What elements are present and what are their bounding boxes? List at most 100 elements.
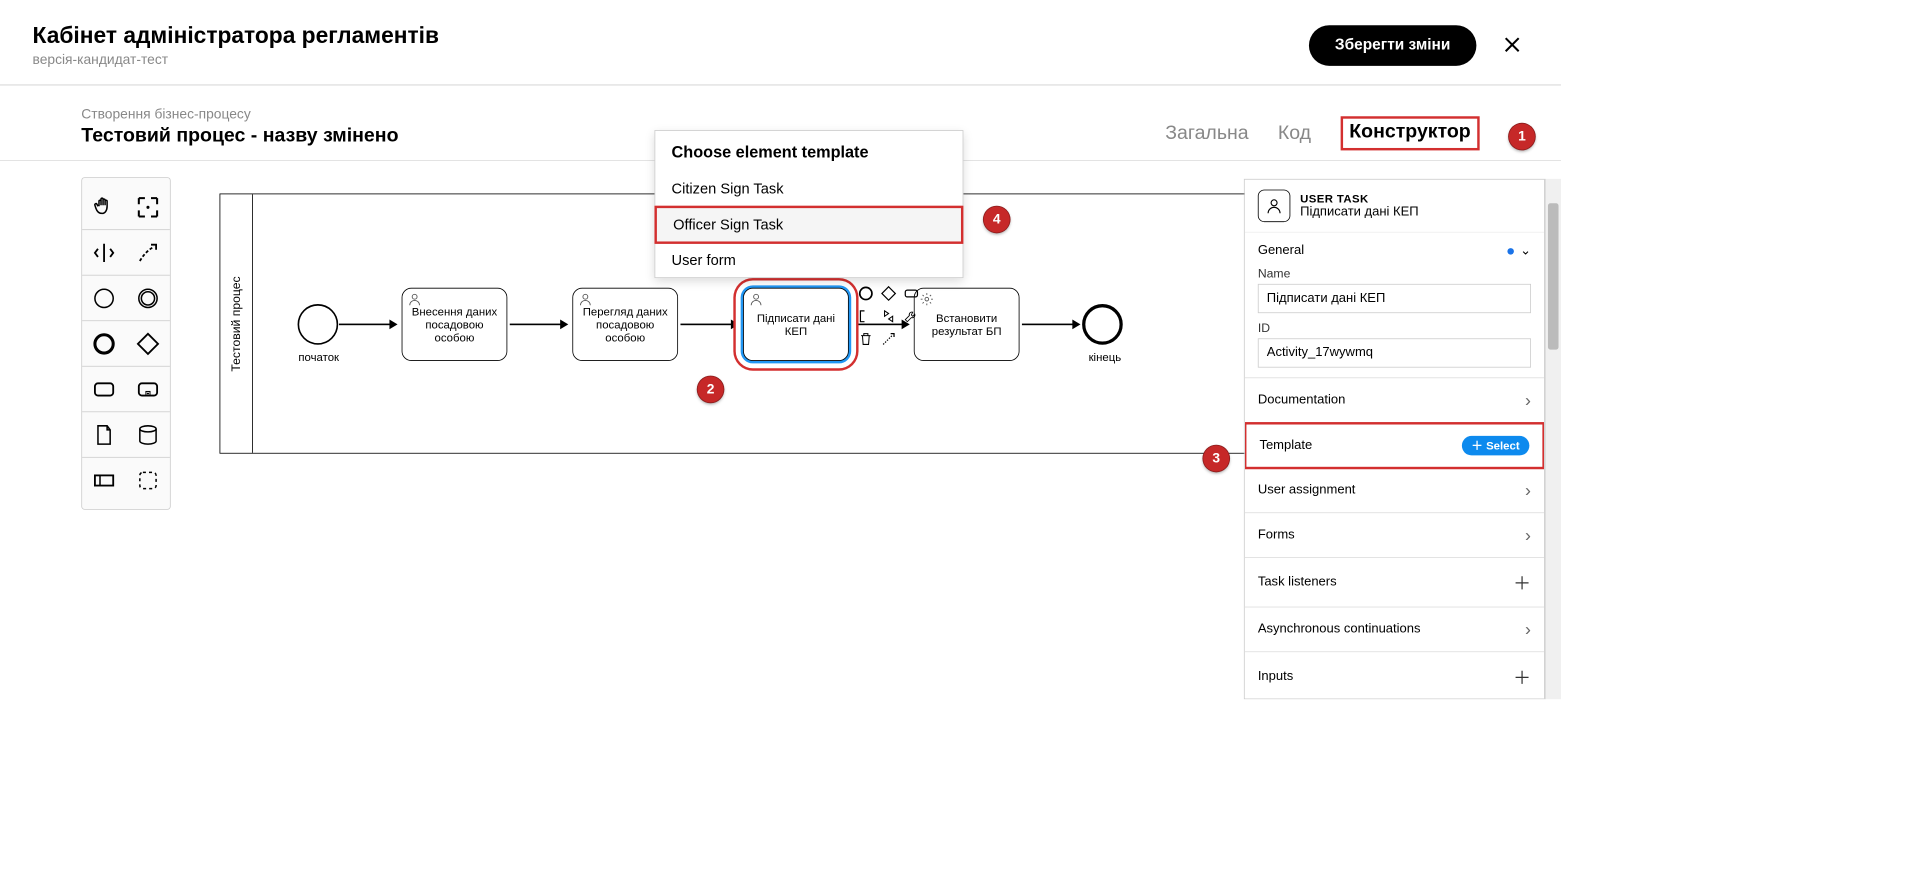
section-general[interactable]: General ⌄ Name ID [1245,233,1544,379]
lane-label[interactable]: Тестовий процес [220,194,253,453]
palette-start-event[interactable] [82,276,126,321]
user-icon [407,292,422,307]
section-async-label: Asynchronous continuations [1258,622,1421,637]
name-input[interactable] [1258,284,1531,313]
ctx-change-type[interactable] [879,307,899,327]
section-inputs-label: Inputs [1258,669,1293,684]
user-task-2[interactable]: Перегляд даних посадовою особою [572,288,678,361]
start-event[interactable] [298,304,339,345]
user-icon [578,292,593,307]
tabs: Загальна Код Конструктор [1165,116,1479,160]
section-inputs[interactable]: Inputs ＋ [1245,652,1544,699]
template-option-officer[interactable]: Officer Sign Task [654,206,963,244]
id-input[interactable] [1258,338,1531,367]
chevron-right-icon [1525,480,1531,501]
chevron-right-icon [1525,619,1531,640]
section-documentation-label: Documentation [1258,393,1345,408]
palette-connect-tool[interactable] [126,230,170,275]
section-async[interactable]: Asynchronous continuations [1245,607,1544,652]
save-button[interactable]: Зберегти зміни [1309,25,1477,66]
template-option-citizen[interactable]: Citizen Sign Task [655,172,962,205]
palette-gateway[interactable] [126,321,170,366]
plus-icon[interactable]: ＋ [1513,569,1531,595]
ctx-wrench[interactable] [902,307,922,327]
task-label: Перегляд даних посадовою особою [576,305,674,344]
template-select-button[interactable]: ＋Select [1462,436,1530,456]
sequence-flow[interactable] [680,324,737,326]
callout-2: 2 [698,376,724,402]
section-task-listeners[interactable]: Task listeners ＋ [1245,558,1544,608]
ctx-append-gateway[interactable] [879,284,899,304]
app-subtitle: версія-кандидат-тест [33,52,439,68]
palette-data-object[interactable] [82,412,126,457]
section-documentation[interactable]: Documentation [1245,378,1544,423]
palette-intermediate-event[interactable] [126,276,170,321]
palette-space-tool[interactable] [82,230,126,275]
scrollbar-thumb[interactable] [1548,203,1559,349]
section-forms[interactable]: Forms [1245,513,1544,558]
palette-data-store[interactable] [126,412,170,457]
chevron-right-icon [1525,524,1531,545]
id-label: ID [1258,321,1531,335]
section-user-assignment-label: User assignment [1258,483,1356,498]
properties-panel-container: USER TASK Підписати дані КЕП General ⌄ N… [1244,179,1561,699]
sequence-flow[interactable] [339,324,396,326]
palette-end-event[interactable] [82,321,126,366]
callout-4: 4 [984,207,1010,233]
plus-icon[interactable]: ＋ [1513,663,1531,689]
app-title: Кабінет адміністратора регламентів [33,23,439,49]
ctx-connect[interactable] [879,329,899,349]
sequence-flow[interactable] [1022,324,1079,326]
props-header: USER TASK Підписати дані КЕП [1245,180,1544,233]
template-option-userform[interactable]: User form [655,244,962,277]
close-button[interactable] [1496,24,1529,67]
properties-panel: USER TASK Підписати дані КЕП General ⌄ N… [1244,179,1545,699]
section-user-assignment[interactable]: User assignment [1245,468,1544,513]
task-label: Внесення даних посадовою особою [406,305,504,344]
tab-code[interactable]: Код [1278,122,1311,145]
section-template-label: Template [1259,438,1312,453]
palette-participant[interactable] [82,458,126,503]
properties-scrollbar[interactable] [1545,179,1561,699]
bpmn-palette [81,177,170,510]
name-label: Name [1258,267,1531,281]
gear-icon [920,292,935,309]
callout-1: 1 [1509,124,1535,150]
lane-label-text: Тестовий процес [229,276,243,371]
template-popup-title: Choose element template [655,131,962,172]
ctx-append-task[interactable] [902,284,922,304]
ctx-delete[interactable] [856,329,876,349]
task-label: Встановити результат БП [918,311,1016,337]
close-icon [1502,35,1522,55]
end-event-label: кінець [1080,350,1129,363]
end-event[interactable] [1082,304,1123,345]
user-task-icon [1258,189,1291,222]
palette-lasso-tool[interactable] [126,185,170,230]
section-task-listeners-label: Task listeners [1258,575,1337,590]
callout-3: 3 [1203,446,1229,472]
user-task-3-selected[interactable]: Підписати дані КЕП [743,288,849,361]
props-type: USER TASK [1300,192,1419,205]
breadcrumb: Створення бізнес-процесу [81,107,398,123]
context-pad [856,284,921,349]
palette-hand-tool[interactable] [82,185,126,230]
palette-task[interactable] [82,367,126,412]
user-task-1[interactable]: Внесення даних посадовою особою [402,288,508,361]
modified-dot-icon [1507,248,1514,255]
start-event-label: початок [290,350,347,363]
sequence-flow[interactable] [510,324,567,326]
ctx-annotation[interactable] [856,307,876,327]
palette-subprocess[interactable] [126,367,170,412]
section-template[interactable]: Template ＋Select [1244,422,1545,469]
tab-constructor[interactable]: Конструктор [1340,116,1479,150]
page-title: Тестовий процес - назву змінено [81,124,398,147]
service-task-4[interactable]: Встановити результат БП [914,288,1020,361]
tab-general[interactable]: Загальна [1165,122,1248,145]
template-popup: Choose element template Citizen Sign Tas… [654,130,963,278]
task-label: Підписати дані КЕП [747,311,845,337]
ctx-append-event[interactable] [856,284,876,304]
app-header: Кабінет адміністратора регламентів версі… [0,0,1561,85]
palette-group[interactable] [126,458,170,503]
props-subtitle: Підписати дані КЕП [1300,205,1419,220]
user-icon [749,292,764,307]
